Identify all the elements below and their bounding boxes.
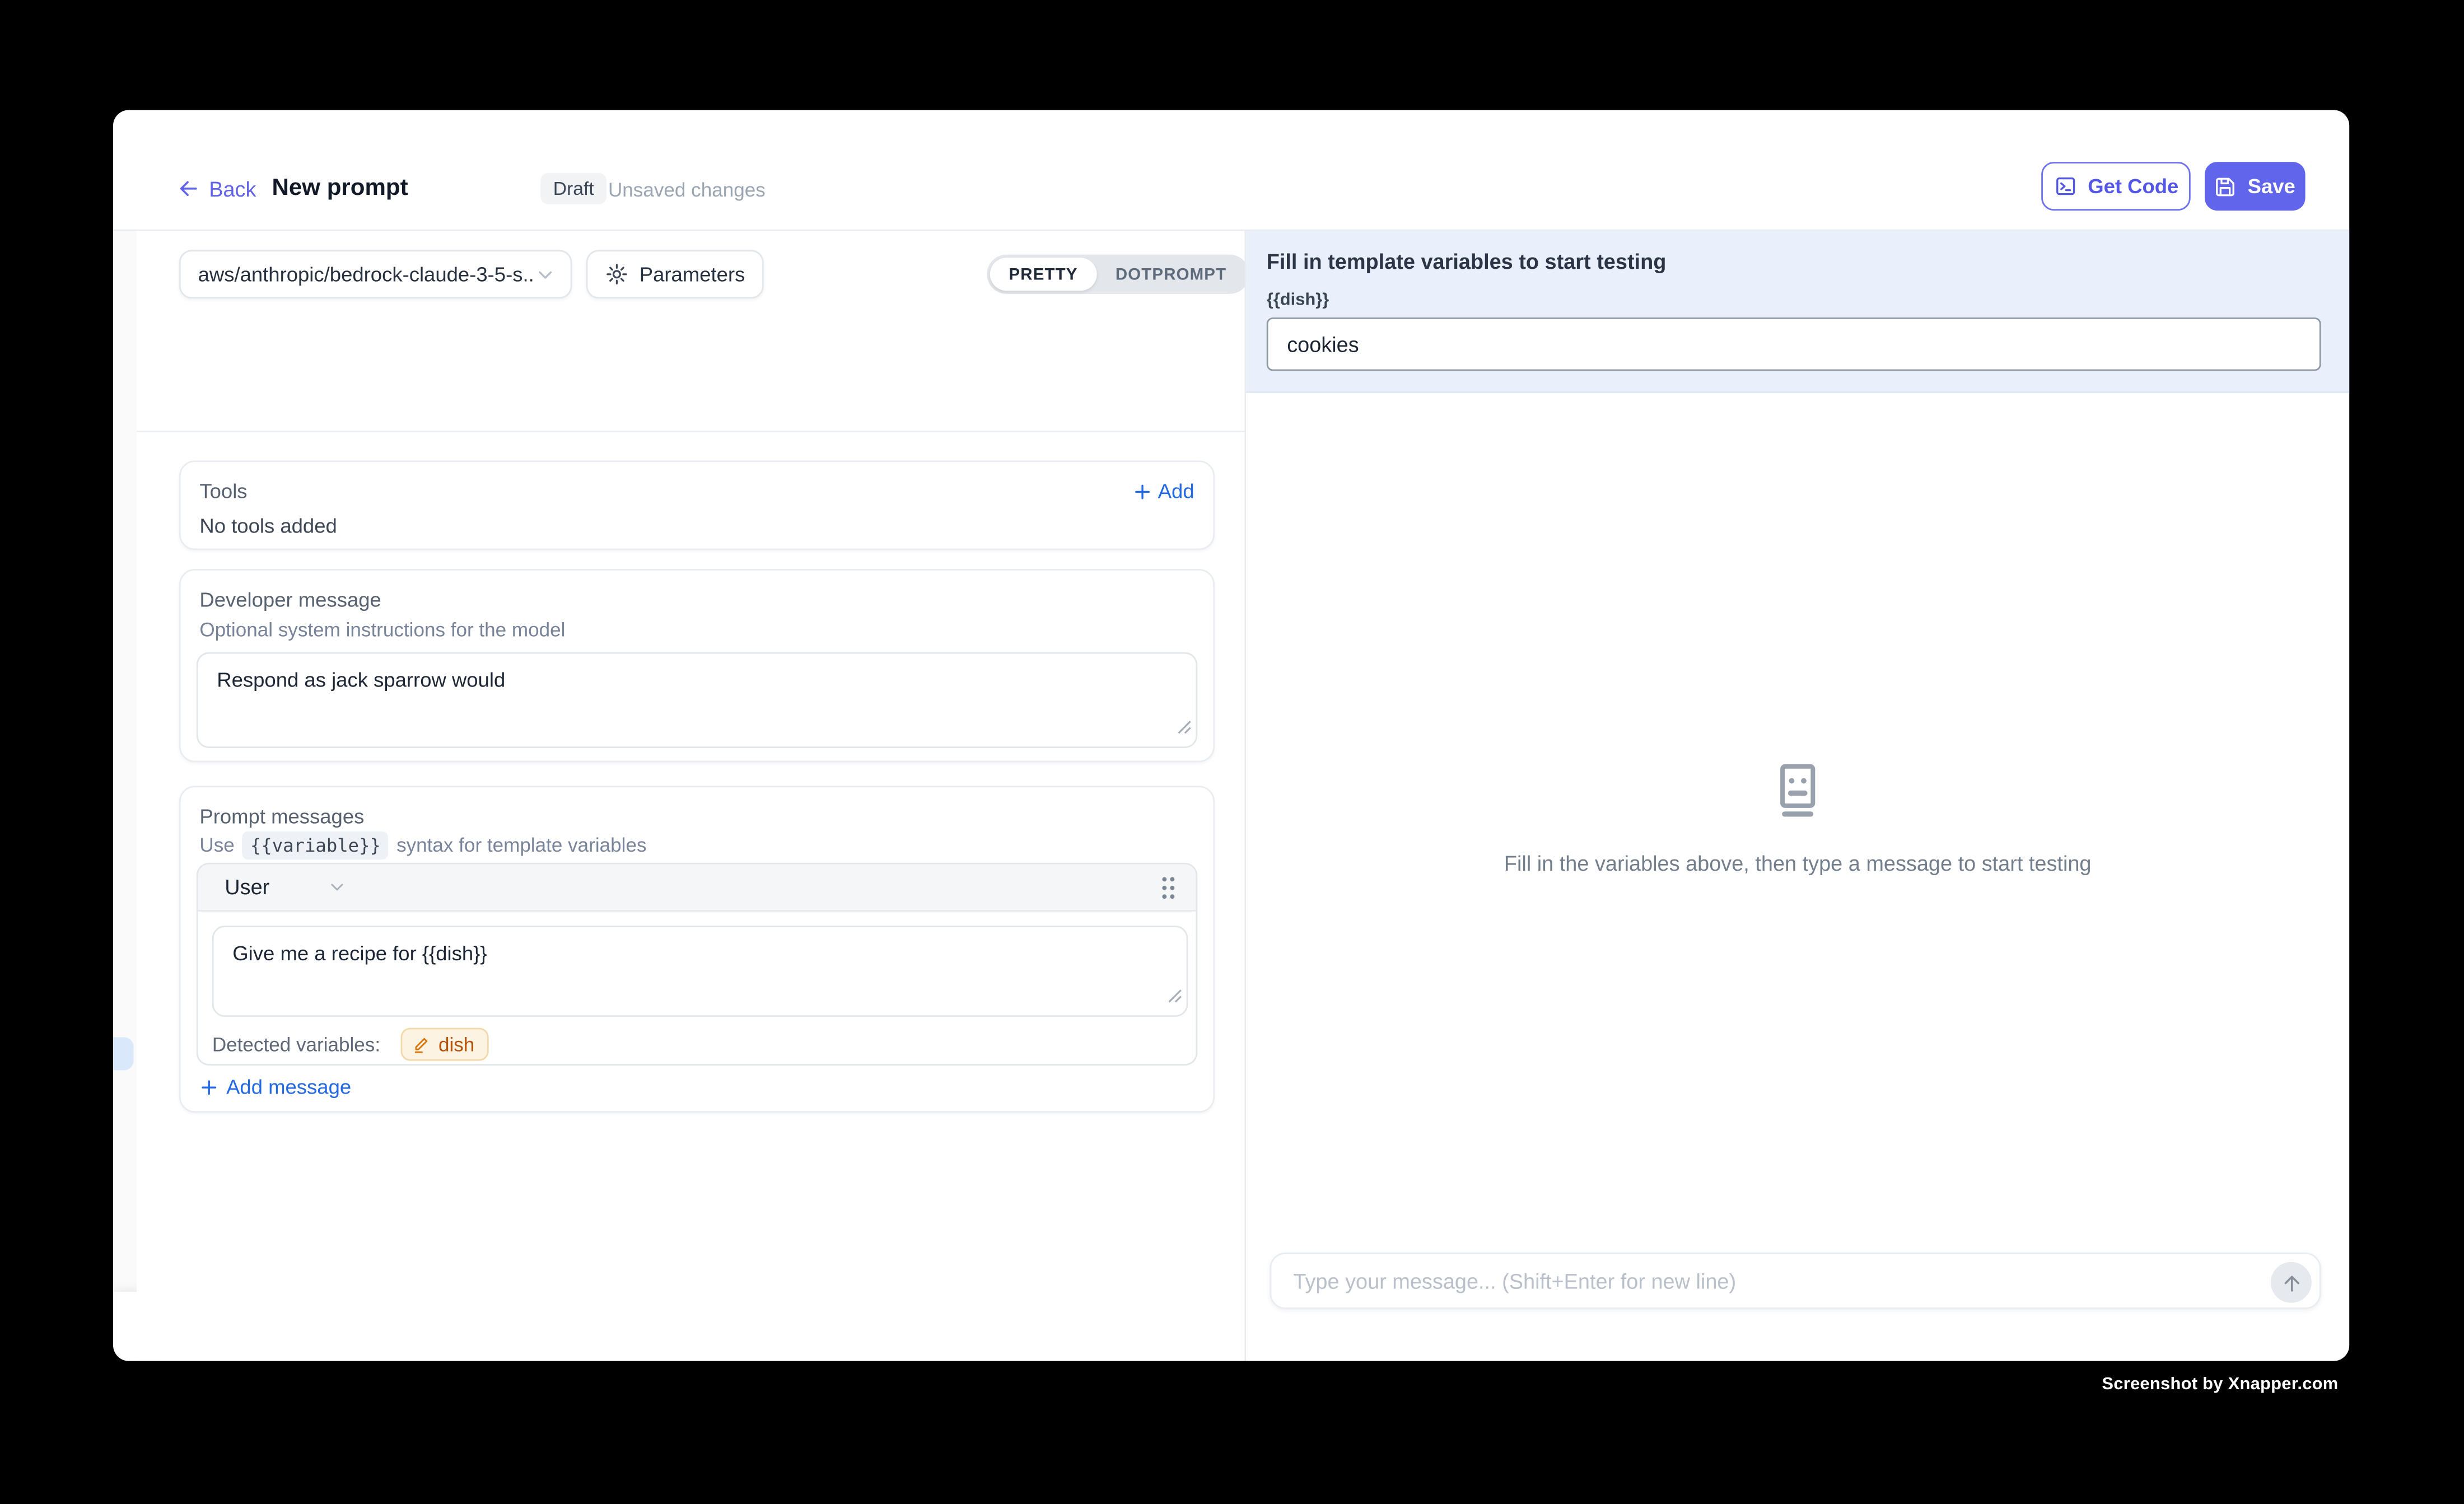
model-selector-value: aws/anthropic/bedrock-claude-3-5-s... (198, 263, 535, 286)
detected-variables-label: Detected variables: (212, 1033, 380, 1055)
robot-icon (1766, 759, 1829, 822)
send-button[interactable] (2271, 1262, 2312, 1303)
tools-empty-text: No tools added (199, 514, 337, 538)
model-selector[interactable]: aws/anthropic/bedrock-claude-3-5-s... (179, 250, 572, 298)
get-code-button[interactable]: Get Code (2041, 162, 2191, 211)
status-badge: Draft (540, 173, 606, 204)
screenshot-stage: Back New prompt Draft Unsaved changes Ge… (0, 0, 2464, 1504)
syntax-hint-suffix: syntax for template variables (396, 834, 646, 856)
variable-value-input[interactable] (1267, 317, 2321, 371)
plus-icon (1133, 482, 1152, 501)
page-title: New prompt (272, 175, 408, 202)
developer-message-subtitle: Optional system instructions for the mod… (199, 619, 565, 641)
toggle-dotprompt[interactable]: DOTPROMPT (1096, 258, 1245, 291)
watermark-credit: Screenshot by Xnapper.com (2102, 1375, 2338, 1394)
message-role-header: User (198, 865, 1196, 912)
send-arrow-icon (2279, 1271, 2303, 1294)
header-bar: Back New prompt Draft Unsaved changes Ge… (113, 110, 2349, 229)
prompt-editor-pane: aws/anthropic/bedrock-claude-3-5-s... Pa… (137, 231, 1244, 1361)
syntax-hint-prefix: Use (199, 834, 234, 856)
left-nav-sliver (113, 231, 137, 1292)
parameters-button[interactable]: Parameters (586, 250, 764, 298)
add-message-button[interactable]: Add message (199, 1075, 351, 1099)
save-label: Save (2248, 175, 2295, 198)
left-nav-active-item[interactable] (113, 1037, 133, 1070)
developer-message-input[interactable]: Respond as jack sparrow would (198, 654, 1196, 747)
message-input[interactable]: Give me a recipe for {{dish}} (214, 927, 1187, 1015)
plus-icon (199, 1077, 218, 1096)
save-button[interactable]: Save (2205, 162, 2306, 211)
tools-card: Tools Add No tools added (179, 460, 1215, 550)
toggle-pretty[interactable]: PRETTY (990, 258, 1096, 291)
pencil-icon (412, 1035, 431, 1054)
chat-empty-text: Fill in the variables above, then type a… (1504, 852, 2092, 875)
tools-title: Tools (199, 479, 247, 503)
developer-message-card: Developer message Optional system instru… (179, 569, 1215, 762)
chevron-down-icon (534, 263, 556, 285)
message-block: User Give me a recipe for {{dish}} (197, 863, 1197, 1066)
terminal-icon (2053, 175, 2076, 198)
test-pane: Fill in template variables to start test… (1246, 231, 2349, 1361)
prompt-messages-title: Prompt messages (199, 805, 364, 828)
role-value: User (225, 875, 269, 899)
get-code-label: Get Code (2088, 175, 2178, 198)
toolbar-divider (137, 431, 1244, 432)
parameters-label: Parameters (640, 263, 745, 286)
gear-icon (605, 263, 628, 286)
detected-variables-row: Detected variables: dish (212, 1028, 489, 1061)
syntax-hint: Use {{variable}} syntax for template var… (199, 832, 646, 860)
chat-empty-state: Fill in the variables above, then type a… (1246, 759, 2349, 876)
add-tool-button[interactable]: Add (1133, 479, 1194, 503)
back-arrow-icon (178, 178, 199, 199)
composer-input[interactable] (1293, 1254, 2173, 1307)
add-message-label: Add message (226, 1075, 351, 1099)
variable-name-label: {{dish}} (1267, 291, 1329, 310)
variable-syntax-chip: {{variable}} (242, 832, 389, 860)
back-label: Back (209, 177, 256, 200)
template-variables-panel: Fill in template variables to start test… (1246, 231, 2349, 393)
drag-handle-icon[interactable] (1160, 875, 1177, 908)
chevron-down-icon (326, 877, 346, 897)
add-tool-label: Add (1158, 479, 1194, 503)
app-window: Back New prompt Draft Unsaved changes Ge… (113, 110, 2349, 1361)
developer-message-title: Developer message (199, 588, 381, 611)
unsaved-changes-note: Unsaved changes (608, 179, 766, 201)
save-icon (2215, 175, 2237, 197)
template-variables-heading: Fill in template variables to start test… (1267, 250, 1667, 273)
variable-chip-label: dish (438, 1033, 474, 1055)
message-field-wrap: Give me a recipe for {{dish}} (212, 926, 1188, 1017)
role-selector[interactable]: User (198, 875, 347, 899)
view-mode-toggle: PRETTY DOTPROMPT (987, 255, 1248, 294)
message-composer (1270, 1253, 2321, 1309)
developer-message-field-wrap: Respond as jack sparrow would (197, 652, 1197, 748)
prompt-messages-card: Prompt messages Use {{variable}} syntax … (179, 786, 1215, 1113)
variable-chip-dish[interactable]: dish (401, 1028, 489, 1061)
back-button[interactable]: Back (178, 173, 256, 204)
